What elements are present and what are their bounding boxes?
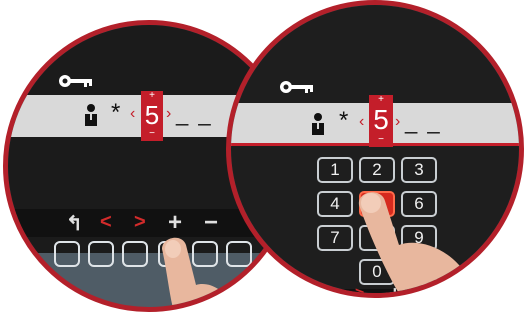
right-softkey[interactable]: > xyxy=(134,211,146,234)
keypad-key-3[interactable]: 3 xyxy=(401,157,437,183)
arrow-right-indicator: › xyxy=(166,105,172,122)
minus-softkey[interactable]: − xyxy=(204,209,218,237)
decrement-mark: − xyxy=(149,128,155,139)
back-softkey[interactable]: ↰ xyxy=(66,211,83,236)
hardware-button-1[interactable] xyxy=(54,241,80,267)
remaining-digits: _ _ xyxy=(176,101,213,126)
pressing-finger xyxy=(156,235,236,307)
keypad-key-7[interactable]: 7 xyxy=(317,225,353,251)
hardware-button-2[interactable] xyxy=(88,241,114,267)
hardware-button-3[interactable] xyxy=(122,241,148,267)
selected-digit: + 5 − xyxy=(141,91,163,141)
keypad-key-4[interactable]: 4 xyxy=(317,191,353,217)
right-display-closeup: * ‹ + 5 − › _ _ 1 2 3 4 5 6 7 9 0 ☒ < > … xyxy=(226,0,524,298)
plus-softkey[interactable]: + xyxy=(168,209,182,237)
left-softkey[interactable]: < xyxy=(323,285,332,293)
keypad-key-2[interactable]: 2 xyxy=(359,157,395,183)
arrow-left-indicator: ‹ xyxy=(130,105,136,122)
pressing-finger xyxy=(355,189,495,293)
user-icon xyxy=(84,104,98,131)
left-softkey[interactable]: < xyxy=(100,211,112,234)
key-icon xyxy=(58,73,94,94)
asterisk-label: * xyxy=(111,99,121,126)
digit-value: 5 xyxy=(144,100,160,130)
keypad-key-1[interactable]: 1 xyxy=(317,157,353,183)
